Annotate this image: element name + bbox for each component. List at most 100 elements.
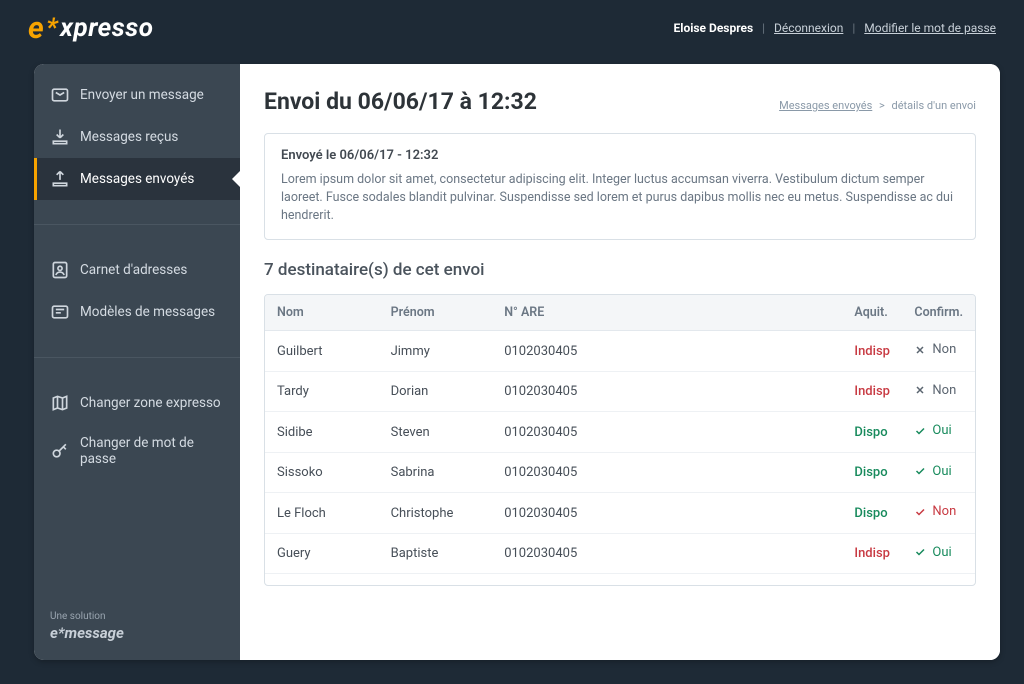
- cell-aquit: Dispo: [842, 452, 902, 493]
- sidebar-item-contacts[interactable]: Carnet d'adresses: [34, 249, 240, 291]
- cell-prenom: Sabrina: [379, 452, 493, 493]
- cell-nom: Le Floch: [265, 493, 379, 534]
- cell-prenom: Baptiste: [379, 533, 493, 574]
- table-row: Le FlochChristophe0102030405DispoNon: [265, 493, 975, 534]
- templates-icon: [50, 302, 70, 322]
- sidebar-item-password[interactable]: Changer de mot de passe: [34, 424, 240, 478]
- user-name: Eloise Despres: [674, 21, 754, 35]
- cell-prenom: Romain: [379, 574, 493, 586]
- check-icon: [914, 465, 926, 477]
- sidebar-item-label: Changer de mot de passe: [80, 435, 224, 467]
- sidebar-item-label: Modèles de messages: [80, 304, 215, 320]
- check-icon: [914, 546, 926, 558]
- cell-are: 0102030405: [492, 452, 842, 493]
- cell-are: 0102030405: [492, 493, 842, 534]
- logo-e: e: [28, 11, 44, 46]
- footer-brand: e*message: [50, 624, 124, 642]
- cross-icon: [914, 344, 926, 356]
- footer-tagline: Une solution: [50, 611, 224, 622]
- sidebar-item-sent[interactable]: Messages envoyés: [34, 158, 240, 200]
- cell-confirm: Non: [902, 493, 975, 534]
- sidebar-item-label: Changer zone expresso: [80, 395, 221, 411]
- message-info-box: Envoyé le 06/06/17 - 12:32 Lorem ipsum d…: [264, 133, 976, 240]
- logo-star-icon: *: [46, 13, 58, 43]
- sidebar-item-templates[interactable]: Modèles de messages: [34, 291, 240, 333]
- sent-timestamp: Envoyé le 06/06/17 - 12:32: [281, 148, 959, 163]
- sidebar-item-label: Envoyer un message: [80, 87, 204, 103]
- cell-aquit: Indisp: [842, 574, 902, 586]
- breadcrumb-current: détails d'un envoi: [892, 99, 976, 112]
- recipients-table-wrap: Nom Prénom N° ARE Aquit. Confirm. Guilbe…: [264, 294, 976, 586]
- send-icon: [50, 85, 70, 105]
- check-icon: [914, 425, 926, 437]
- sidebar-footer: Une solution e*message: [34, 597, 240, 660]
- user-info: Eloise Despres | Déconnexion | Modifier …: [674, 21, 996, 35]
- cell-are: 0102030405: [492, 412, 842, 453]
- change-password-link[interactable]: Modifier le mot de passe: [864, 21, 996, 35]
- recipients-table: Nom Prénom N° ARE Aquit. Confirm. Guilbe…: [265, 295, 975, 585]
- contacts-icon: [50, 260, 70, 280]
- logout-link[interactable]: Déconnexion: [774, 21, 843, 35]
- logo-text: xpresso: [60, 13, 153, 43]
- recipients-scroll[interactable]: Nom Prénom N° ARE Aquit. Confirm. Guilbe…: [265, 295, 975, 585]
- cell-nom: Wolff: [265, 574, 379, 586]
- check-icon: [914, 506, 926, 518]
- cell-aquit: Indisp: [842, 371, 902, 412]
- th-prenom: Prénom: [379, 295, 493, 331]
- page-title: Envoi du 06/06/17 à 12:32: [264, 88, 537, 115]
- topbar: e*xpresso Eloise Despres | Déconnexion |…: [0, 0, 1024, 56]
- nav-divider: [34, 224, 240, 225]
- cell-are: 0102030405: [492, 331, 842, 372]
- table-row: SidibeSteven0102030405DispoOui: [265, 412, 975, 453]
- table-row: GueryBaptiste0102030405IndispOui: [265, 533, 975, 574]
- cell-are: 0102030405: [492, 574, 842, 586]
- main-content: Envoi du 06/06/17 à 12:32 Messages envoy…: [240, 64, 1000, 660]
- th-nom: Nom: [265, 295, 379, 331]
- th-confirm: Confirm.: [902, 295, 975, 331]
- breadcrumb: Messages envoyés > détails d'un envoi: [779, 99, 976, 112]
- sidebar-item-zone[interactable]: Changer zone expresso: [34, 382, 240, 424]
- sidebar-item-received[interactable]: Messages reçus: [34, 116, 240, 158]
- recipients-heading: 7 destinataire(s) de cet envoi: [264, 260, 976, 280]
- sidebar-item-label: Messages envoyés: [80, 171, 194, 187]
- cell-nom: Sissoko: [265, 452, 379, 493]
- cell-prenom: Jimmy: [379, 331, 493, 372]
- sidebar-item-label: Messages reçus: [80, 129, 178, 145]
- cell-confirm: Oui: [902, 412, 975, 453]
- cell-nom: Guery: [265, 533, 379, 574]
- breadcrumb-link[interactable]: Messages envoyés: [779, 99, 872, 112]
- sidebar-item-send[interactable]: Envoyer un message: [34, 74, 240, 116]
- key-icon: [50, 441, 70, 461]
- table-row: SissokoSabrina0102030405DispoOui: [265, 452, 975, 493]
- th-are: N° ARE: [492, 295, 842, 331]
- cell-prenom: Steven: [379, 412, 493, 453]
- cell-confirm: Oui: [902, 574, 975, 586]
- cell-nom: Sidibe: [265, 412, 379, 453]
- logo: e*xpresso: [28, 11, 153, 46]
- outbox-icon: [50, 169, 70, 189]
- cell-are: 0102030405: [492, 371, 842, 412]
- cell-aquit: Indisp: [842, 533, 902, 574]
- cell-aquit: Indisp: [842, 331, 902, 372]
- table-row: GuilbertJimmy0102030405IndispNon: [265, 331, 975, 372]
- cell-nom: Tardy: [265, 371, 379, 412]
- cell-confirm: Non: [902, 371, 975, 412]
- sidebar-item-label: Carnet d'adresses: [80, 262, 187, 278]
- app-card: Envoyer un message Messages reçus Messag…: [34, 64, 1000, 660]
- cell-are: 0102030405: [492, 533, 842, 574]
- cell-confirm: Oui: [902, 533, 975, 574]
- cell-confirm: Non: [902, 331, 975, 372]
- th-aquit: Aquit.: [842, 295, 902, 331]
- map-icon: [50, 393, 70, 413]
- cell-prenom: Christophe: [379, 493, 493, 534]
- cell-prenom: Dorian: [379, 371, 493, 412]
- sidebar: Envoyer un message Messages reçus Messag…: [34, 64, 240, 660]
- cell-confirm: Oui: [902, 452, 975, 493]
- cell-nom: Guilbert: [265, 331, 379, 372]
- message-body: Lorem ipsum dolor sit amet, consectetur …: [281, 171, 959, 225]
- cell-aquit: Dispo: [842, 412, 902, 453]
- table-row: TardyDorian0102030405IndispNon: [265, 371, 975, 412]
- cross-icon: [914, 384, 926, 396]
- table-row: WolffRomain0102030405IndispOui: [265, 574, 975, 586]
- cell-aquit: Dispo: [842, 493, 902, 534]
